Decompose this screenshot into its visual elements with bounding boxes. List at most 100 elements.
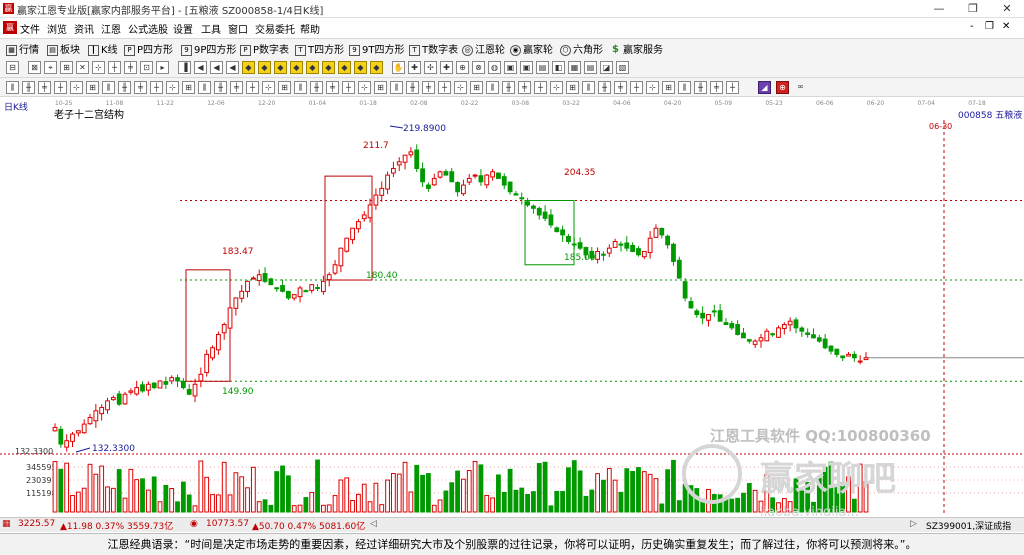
draw-tool-button-10[interactable]: ▐ (178, 61, 191, 74)
winner-service-button[interactable]: $ 赢家服务 (610, 41, 663, 56)
candle-body[interactable] (659, 228, 665, 236)
candle-body[interactable] (116, 393, 122, 405)
candle-body[interactable] (781, 324, 787, 329)
candle-body[interactable] (320, 280, 326, 293)
candle-body[interactable] (542, 211, 548, 219)
indicator-button-0[interactable]: ⫼ (6, 81, 19, 94)
candle-body[interactable] (350, 227, 355, 241)
9p-square-button[interactable]: 9 9P四方形 (181, 41, 236, 56)
candle-body[interactable] (408, 151, 414, 156)
candle-body[interactable] (180, 380, 186, 389)
candle-body[interactable] (215, 333, 221, 351)
candle-body[interactable] (799, 327, 805, 332)
draw-tool-button-3[interactable]: ⊞ (60, 61, 73, 74)
candle-body[interactable] (816, 337, 822, 342)
candle-body[interactable] (548, 214, 554, 226)
indicator-button-7[interactable]: ╫ (118, 81, 131, 94)
indicator-button-27[interactable]: ┼ (438, 81, 451, 94)
menu-gann[interactable]: 江恩 (101, 21, 121, 36)
candle-body[interactable] (501, 176, 507, 186)
indicator-button-29[interactable]: ⊞ (470, 81, 483, 94)
candle-body[interactable] (519, 197, 525, 200)
indicator-button-9[interactable]: ┼ (150, 81, 163, 94)
menu-window[interactable]: 窗口 (228, 21, 248, 36)
indicator-button-12[interactable]: ⫼ (198, 81, 211, 94)
candle-body[interactable] (443, 171, 449, 176)
indicator-button-22[interactable]: ⊹ (358, 81, 371, 94)
draw-tool-button-2[interactable]: ⌖ (44, 61, 57, 74)
candle-body[interactable] (431, 177, 437, 186)
indicator-button-24[interactable]: ⫼ (390, 81, 403, 94)
candle-body[interactable] (630, 245, 636, 252)
candle-body[interactable] (344, 237, 350, 252)
sectors-button[interactable]: ▤ 板块 (47, 41, 80, 56)
hexagon-button[interactable]: ⬡ 六角形 (560, 41, 603, 56)
candle-body[interactable] (787, 320, 793, 326)
indicator-button-15[interactable]: ┼ (246, 81, 259, 94)
candle-body[interactable] (717, 310, 723, 322)
candle-body[interactable] (793, 319, 799, 329)
candle-body[interactable] (227, 307, 233, 329)
draw-tool-button-18[interactable]: ◆ (306, 61, 319, 74)
candle-body[interactable] (367, 204, 373, 219)
candle-body[interactable] (846, 353, 851, 357)
mdi-minimize-button[interactable]: - (970, 21, 974, 32)
candle-body[interactable] (99, 407, 105, 415)
draw-tool-button-32[interactable]: ▤ (536, 61, 549, 74)
candle-body[interactable] (624, 242, 630, 249)
candle-body[interactable] (105, 400, 110, 411)
candle-body[interactable] (665, 235, 671, 246)
candle-body[interactable] (414, 149, 420, 169)
candle-body[interactable] (641, 250, 647, 258)
candle-body[interactable] (525, 201, 530, 206)
indicator-button-3[interactable]: ┼ (54, 81, 67, 94)
candle-body[interactable] (595, 250, 601, 260)
indicator-button-13[interactable]: ╫ (214, 81, 227, 94)
indicator-button-4[interactable]: ⊹ (70, 81, 83, 94)
draw-tool-button-11[interactable]: ◀ (194, 61, 207, 74)
candle-body[interactable] (315, 287, 320, 290)
t-square-button[interactable]: T T四方形 (295, 41, 344, 56)
candle-body[interactable] (221, 324, 227, 334)
candle-body[interactable] (285, 290, 291, 299)
kline-chart[interactable]: 10-25 11-08 11-22 12-06 12-20 01-04 01-18 02-08… (0, 96, 1024, 520)
restore-button[interactable]: ❐ (956, 0, 990, 17)
candle-body[interactable] (770, 333, 776, 336)
draw-tool-button-36[interactable]: ◪ (600, 61, 613, 74)
menu-tools[interactable]: 工具 (201, 21, 221, 36)
indicator-button-25[interactable]: ╫ (406, 81, 419, 94)
candle-body[interactable] (688, 301, 694, 309)
indicator-button-33[interactable]: ┼ (534, 81, 547, 94)
indicator-button-45[interactable]: ┼ (726, 81, 739, 94)
mdi-restore-button[interactable]: ❐ (985, 21, 994, 32)
indicator-button-38[interactable]: ╪ (614, 81, 627, 94)
indicator-button-34[interactable]: ⊹ (550, 81, 563, 94)
candle-body[interactable] (385, 174, 390, 190)
candle-body[interactable] (851, 353, 857, 359)
candle-body[interactable] (326, 274, 332, 281)
draw-tool-button-9[interactable]: ▸ (156, 61, 169, 74)
candle-body[interactable] (811, 334, 816, 339)
indicator-button-1[interactable]: ╫ (22, 81, 35, 94)
candle-body[interactable] (192, 383, 198, 397)
draw-tool-button-29[interactable]: ◍ (488, 61, 501, 74)
draw-tool-button-27[interactable]: ⊕ (456, 61, 469, 74)
menu-browse[interactable]: 浏览 (47, 21, 67, 36)
indicator-button-30[interactable]: ⫼ (486, 81, 499, 94)
menu-file[interactable]: 文件 (20, 21, 40, 36)
candle-body[interactable] (723, 322, 729, 326)
candle-body[interactable] (391, 167, 396, 174)
candle-body[interactable] (601, 253, 606, 256)
candle-body[interactable] (256, 274, 262, 282)
draw-tool-button-21[interactable]: ◆ (354, 61, 367, 74)
indicator-button-40[interactable]: ⊹ (646, 81, 659, 94)
candle-body[interactable] (145, 383, 151, 391)
indicator-button-43[interactable]: ╫ (694, 81, 707, 94)
candle-body[interactable] (647, 237, 653, 254)
t-number-button[interactable]: T T数字表 (409, 41, 458, 56)
candle-body[interactable] (426, 184, 431, 189)
indicator-button-31[interactable]: ╫ (502, 81, 515, 94)
sh-index-value[interactable]: 3225.57 (18, 519, 55, 529)
indicator-button-41[interactable]: ⊞ (662, 81, 675, 94)
draw-tool-button-24[interactable]: ✚ (408, 61, 421, 74)
